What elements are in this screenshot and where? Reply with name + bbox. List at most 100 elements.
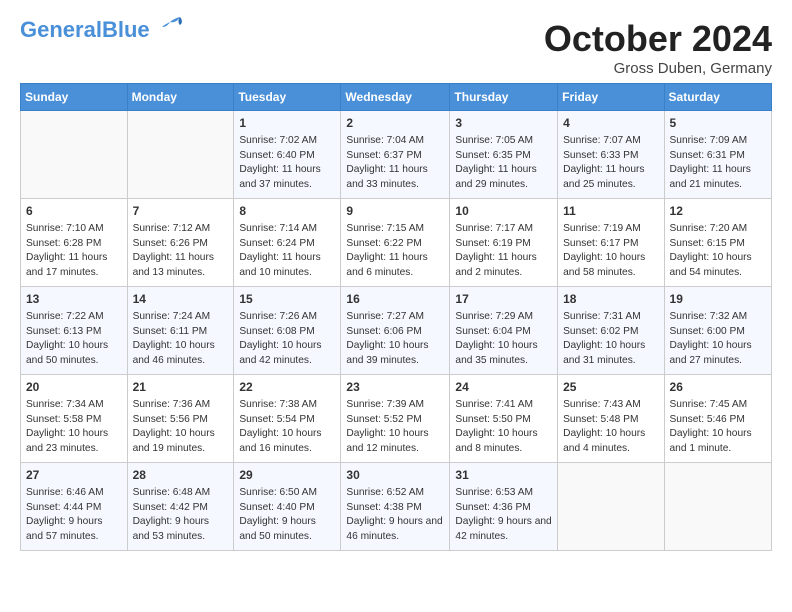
day-number: 29 — [239, 467, 335, 484]
calendar-week-row: 13 Sunrise: 7:22 AM Sunset: 6:13 PM Dayli… — [21, 287, 772, 375]
calendar-cell: 2 Sunrise: 7:04 AM Sunset: 6:37 PM Daylig… — [341, 111, 450, 199]
day-number: 3 — [455, 115, 552, 132]
calendar-cell: 16Sunrise: 7:27 AM Sunset: 6:06 PM Dayli… — [341, 287, 450, 375]
day-number: 13 — [26, 291, 122, 308]
day-number: 1 — [239, 115, 335, 132]
day-info: Sunrise: 7:20 AM Sunset: 6:15 PM Dayligh… — [670, 222, 766, 281]
day-info: Sunrise: 7:14 AM Sunset: 6:24 PM Dayligh… — [239, 222, 335, 281]
calendar-cell: 20Sunrise: 7:34 AM Sunset: 5:58 PM Dayli… — [21, 375, 128, 463]
day-info: Sunrise: 7:04 AM Sunset: 6:37 PM Dayligh… — [346, 134, 444, 193]
day-info: Sunrise: 7:27 AM Sunset: 6:06 PM Dayligh… — [346, 310, 444, 369]
day-info: Sunrise: 7:43 AM Sunset: 5:48 PM Dayligh… — [563, 398, 658, 457]
calendar-cell: 18Sunrise: 7:31 AM Sunset: 6:02 PM Dayli… — [558, 287, 664, 375]
day-info: Sunrise: 7:24 AM Sunset: 6:11 PM Dayligh… — [133, 310, 229, 369]
calendar-body: 1 Sunrise: 7:02 AM Sunset: 6:40 PM Daylig… — [21, 111, 772, 551]
day-number: 14 — [133, 291, 229, 308]
day-number: 9 — [346, 203, 444, 220]
day-info: Sunrise: 7:29 AM Sunset: 6:04 PM Dayligh… — [455, 310, 552, 369]
day-number: 22 — [239, 379, 335, 396]
calendar-cell: 24 Sunrise: 7:41 AM Sunset: 5:50 PM Dayli… — [450, 375, 558, 463]
calendar-cell: 25 Sunrise: 7:43 AM Sunset: 5:48 PM Dayli… — [558, 375, 664, 463]
location-subtitle: Gross Duben, Germany — [544, 60, 772, 77]
day-info: Sunrise: 6:46 AM Sunset: 4:44 PM Dayligh… — [26, 486, 122, 545]
calendar-cell: 15Sunrise: 7:26 AM Sunset: 6:08 PM Dayli… — [234, 287, 341, 375]
calendar-cell: 10 Sunrise: 7:17 AM Sunset: 6:19 PM Dayli… — [450, 199, 558, 287]
logo-general: General — [20, 17, 102, 42]
calendar-cell: 3 Sunrise: 7:05 AM Sunset: 6:35 PM Daylig… — [450, 111, 558, 199]
calendar-cell: 9 Sunrise: 7:15 AM Sunset: 6:22 PM Daylig… — [341, 199, 450, 287]
day-info: Sunrise: 7:17 AM Sunset: 6:19 PM Dayligh… — [455, 222, 552, 281]
calendar-cell: 23Sunrise: 7:39 AM Sunset: 5:52 PM Dayli… — [341, 375, 450, 463]
day-number: 12 — [670, 203, 766, 220]
day-info: Sunrise: 7:34 AM Sunset: 5:58 PM Dayligh… — [26, 398, 122, 457]
calendar-cell: 27Sunrise: 6:46 AM Sunset: 4:44 PM Dayli… — [21, 463, 128, 551]
header-monday: Monday — [127, 84, 234, 111]
calendar-table: Sunday Monday Tuesday Wednesday Thursday… — [20, 83, 772, 551]
logo-blue: Blue — [102, 17, 150, 42]
calendar-cell — [558, 463, 664, 551]
day-number: 4 — [563, 115, 658, 132]
day-number: 8 — [239, 203, 335, 220]
day-number: 10 — [455, 203, 552, 220]
day-info: Sunrise: 7:09 AM Sunset: 6:31 PM Dayligh… — [670, 134, 766, 193]
weekday-header-row: Sunday Monday Tuesday Wednesday Thursday… — [21, 84, 772, 111]
day-info: Sunrise: 7:45 AM Sunset: 5:46 PM Dayligh… — [670, 398, 766, 457]
calendar-cell: 21 Sunrise: 7:36 AM Sunset: 5:56 PM Dayli… — [127, 375, 234, 463]
logo: GeneralBlue — [20, 18, 184, 42]
calendar-cell: 26Sunrise: 7:45 AM Sunset: 5:46 PM Dayli… — [664, 375, 771, 463]
day-info: Sunrise: 6:53 AM Sunset: 4:36 PM Dayligh… — [455, 486, 552, 545]
day-number: 18 — [563, 291, 658, 308]
page: GeneralBlue October 2024 Gross Duben, Ge… — [0, 0, 792, 563]
day-number: 11 — [563, 203, 658, 220]
calendar-cell: 29 Sunrise: 6:50 AM Sunset: 4:40 PM Dayli… — [234, 463, 341, 551]
day-number: 25 — [563, 379, 658, 396]
day-number: 23 — [346, 379, 444, 396]
day-number: 19 — [670, 291, 766, 308]
day-info: Sunrise: 7:22 AM Sunset: 6:13 PM Dayligh… — [26, 310, 122, 369]
calendar-cell — [664, 463, 771, 551]
month-title: October 2024 — [544, 18, 772, 60]
day-info: Sunrise: 7:15 AM Sunset: 6:22 PM Dayligh… — [346, 222, 444, 281]
title-block: October 2024 Gross Duben, Germany — [544, 18, 772, 77]
day-info: Sunrise: 6:50 AM Sunset: 4:40 PM Dayligh… — [239, 486, 335, 545]
calendar-cell: 4Sunrise: 7:07 AM Sunset: 6:33 PM Daylig… — [558, 111, 664, 199]
day-info: Sunrise: 7:05 AM Sunset: 6:35 PM Dayligh… — [455, 134, 552, 193]
day-number: 31 — [455, 467, 552, 484]
calendar-week-row: 27Sunrise: 6:46 AM Sunset: 4:44 PM Dayli… — [21, 463, 772, 551]
day-info: Sunrise: 7:41 AM Sunset: 5:50 PM Dayligh… — [455, 398, 552, 457]
day-info: Sunrise: 6:52 AM Sunset: 4:38 PM Dayligh… — [346, 486, 444, 545]
header: GeneralBlue October 2024 Gross Duben, Ge… — [20, 18, 772, 77]
calendar-cell: 14 Sunrise: 7:24 AM Sunset: 6:11 PM Dayli… — [127, 287, 234, 375]
day-info: Sunrise: 7:02 AM Sunset: 6:40 PM Dayligh… — [239, 134, 335, 193]
calendar-cell — [127, 111, 234, 199]
calendar-cell — [21, 111, 128, 199]
calendar-week-row: 20Sunrise: 7:34 AM Sunset: 5:58 PM Dayli… — [21, 375, 772, 463]
day-info: Sunrise: 7:12 AM Sunset: 6:26 PM Dayligh… — [133, 222, 229, 281]
day-info: Sunrise: 7:10 AM Sunset: 6:28 PM Dayligh… — [26, 222, 122, 281]
calendar-cell: 1 Sunrise: 7:02 AM Sunset: 6:40 PM Daylig… — [234, 111, 341, 199]
day-number: 17 — [455, 291, 552, 308]
day-info: Sunrise: 6:48 AM Sunset: 4:42 PM Dayligh… — [133, 486, 229, 545]
logo-bird-icon — [152, 15, 184, 37]
header-friday: Friday — [558, 84, 664, 111]
header-thursday: Thursday — [450, 84, 558, 111]
day-info: Sunrise: 7:32 AM Sunset: 6:00 PM Dayligh… — [670, 310, 766, 369]
day-info: Sunrise: 7:38 AM Sunset: 5:54 PM Dayligh… — [239, 398, 335, 457]
header-saturday: Saturday — [664, 84, 771, 111]
day-number: 21 — [133, 379, 229, 396]
day-number: 7 — [133, 203, 229, 220]
header-wednesday: Wednesday — [341, 84, 450, 111]
day-number: 30 — [346, 467, 444, 484]
day-info: Sunrise: 7:36 AM Sunset: 5:56 PM Dayligh… — [133, 398, 229, 457]
day-number: 24 — [455, 379, 552, 396]
calendar-week-row: 6Sunrise: 7:10 AM Sunset: 6:28 PM Daylig… — [21, 199, 772, 287]
calendar-cell: 19 Sunrise: 7:32 AM Sunset: 6:00 PM Dayli… — [664, 287, 771, 375]
calendar-cell: 6Sunrise: 7:10 AM Sunset: 6:28 PM Daylig… — [21, 199, 128, 287]
calendar-cell: 31 Sunrise: 6:53 AM Sunset: 4:36 PM Dayli… — [450, 463, 558, 551]
day-number: 2 — [346, 115, 444, 132]
calendar-cell: 5Sunrise: 7:09 AM Sunset: 6:31 PM Daylig… — [664, 111, 771, 199]
calendar-cell: 12 Sunrise: 7:20 AM Sunset: 6:15 PM Dayli… — [664, 199, 771, 287]
calendar-cell: 7 Sunrise: 7:12 AM Sunset: 6:26 PM Daylig… — [127, 199, 234, 287]
header-tuesday: Tuesday — [234, 84, 341, 111]
calendar-cell: 11Sunrise: 7:19 AM Sunset: 6:17 PM Dayli… — [558, 199, 664, 287]
